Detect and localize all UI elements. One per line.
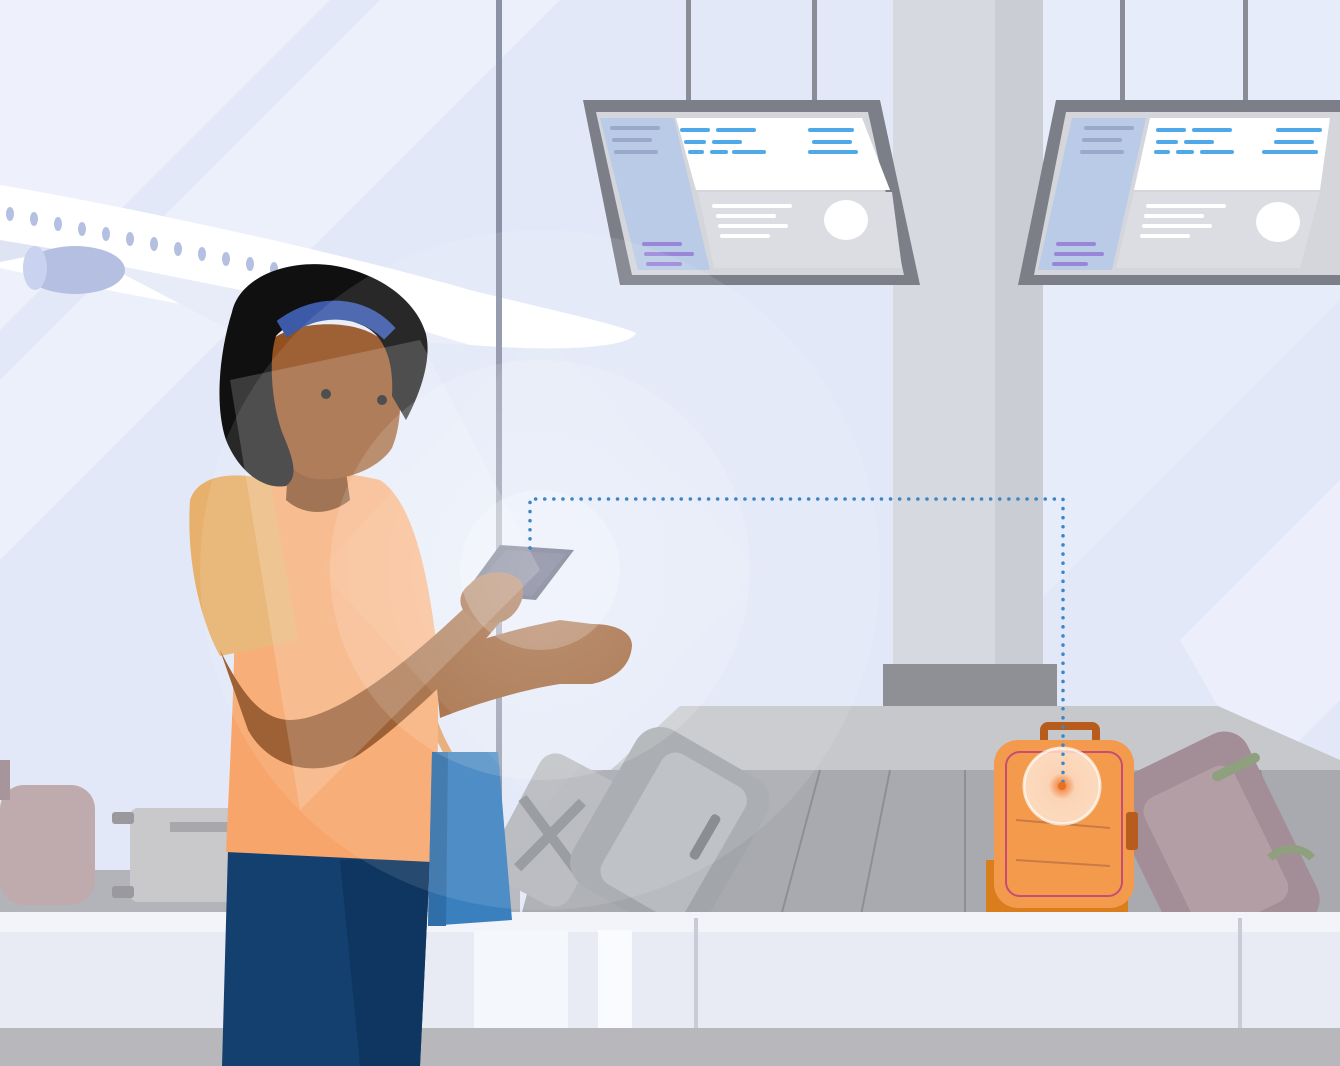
airport-baggage-claim-illustration bbox=[0, 0, 1340, 1066]
carousel-hood bbox=[883, 664, 1057, 710]
terminal-pillar bbox=[893, 0, 1043, 670]
airplane-engine-intake bbox=[23, 246, 47, 290]
tracker-dot bbox=[1058, 782, 1066, 790]
floor bbox=[0, 1028, 1340, 1066]
signal-waves bbox=[200, 230, 880, 910]
front-counter bbox=[0, 912, 1340, 1066]
